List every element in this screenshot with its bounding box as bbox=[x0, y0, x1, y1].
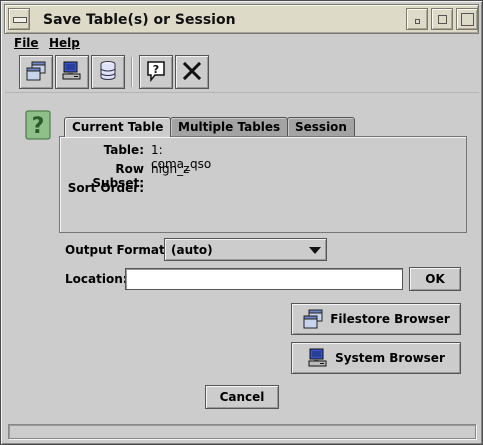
menu-file-label: File bbox=[14, 36, 39, 50]
tab-current-table-label: Current Table bbox=[72, 120, 164, 134]
system-browser-button[interactable]: System Browser bbox=[291, 342, 461, 374]
table-label: Table: bbox=[103, 143, 144, 157]
cancel-button[interactable]: Cancel bbox=[205, 385, 279, 409]
windows-icon bbox=[25, 60, 47, 85]
toolbar-separator bbox=[131, 57, 133, 87]
context-help-icon[interactable]: ? bbox=[25, 110, 51, 140]
ok-button-label: OK bbox=[425, 272, 445, 286]
help-toolbar-button[interactable]: ? bbox=[139, 55, 173, 89]
close-toolbar-button[interactable] bbox=[175, 55, 209, 89]
help-icon: ? bbox=[145, 60, 167, 85]
output-format-label: Output Format: bbox=[65, 243, 170, 257]
menu-help-label: Help bbox=[49, 36, 80, 50]
window-menu-button[interactable] bbox=[8, 8, 30, 30]
computer-icon bbox=[307, 347, 329, 369]
filestore-browser-label: Filestore Browser bbox=[330, 312, 450, 326]
database-icon bbox=[97, 60, 119, 85]
tab-multiple-tables-label: Multiple Tables bbox=[178, 120, 281, 134]
status-bar bbox=[8, 424, 476, 439]
menu-file[interactable]: File bbox=[14, 36, 39, 50]
maximize-button[interactable] bbox=[431, 8, 453, 30]
output-format-select[interactable]: (auto) bbox=[164, 238, 327, 261]
tab-multiple-tables[interactable]: Multiple Tables bbox=[170, 117, 289, 136]
current-table-panel: Table: 1: coma_qso Row Subset: high_z So… bbox=[59, 136, 467, 233]
window-title: Save Table(s) or Session bbox=[43, 12, 236, 28]
filestore-toolbar-button[interactable] bbox=[19, 55, 53, 89]
tab-current-table[interactable]: Current Table bbox=[64, 117, 172, 137]
title-bar[interactable]: Save Table(s) or Session bbox=[4, 4, 479, 34]
cancel-button-label: Cancel bbox=[219, 390, 265, 404]
minimize-button[interactable] bbox=[406, 8, 428, 30]
sort-order-label: Sort Order: bbox=[67, 181, 144, 195]
tab-session-label: Session bbox=[295, 120, 347, 134]
location-label: Location: bbox=[65, 272, 128, 286]
computer-icon bbox=[61, 60, 83, 85]
system-browser-label: System Browser bbox=[335, 351, 445, 365]
menubar: File Help bbox=[5, 34, 479, 52]
close-window-button[interactable] bbox=[456, 8, 478, 30]
output-format-value: (auto) bbox=[171, 243, 213, 257]
database-toolbar-button[interactable] bbox=[91, 55, 125, 89]
ok-button[interactable]: OK bbox=[409, 267, 461, 291]
location-input[interactable] bbox=[125, 268, 403, 290]
svg-text:?: ? bbox=[153, 63, 159, 76]
windows-icon bbox=[302, 308, 324, 330]
save-dialog-window: Save Table(s) or Session File Help ? ? C… bbox=[0, 0, 483, 445]
chevron-down-icon bbox=[309, 247, 321, 254]
row-subset-value: high_z bbox=[151, 162, 190, 176]
svg-text:?: ? bbox=[32, 114, 45, 139]
menu-help[interactable]: Help bbox=[49, 36, 80, 50]
system-browser-toolbar-button[interactable] bbox=[55, 55, 89, 89]
filestore-browser-button[interactable]: Filestore Browser bbox=[291, 303, 461, 335]
close-icon bbox=[181, 60, 203, 85]
tab-session[interactable]: Session bbox=[287, 117, 355, 136]
toolbar: ? bbox=[5, 53, 479, 93]
